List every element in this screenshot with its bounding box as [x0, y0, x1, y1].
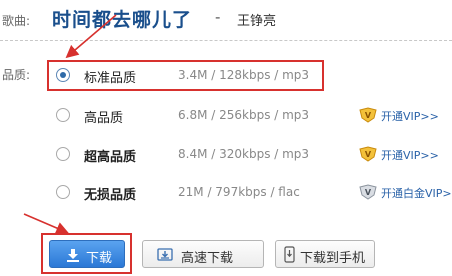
radio-button[interactable] [56, 185, 70, 199]
vip-link-text: 开通VIP>> [381, 110, 439, 123]
quality-name: 高品质 [84, 111, 124, 126]
annotation-arrow-download [23, 213, 69, 235]
platinum-vip-badge-icon: V [359, 184, 377, 200]
divider [0, 40, 452, 41]
svg-text:V: V [365, 188, 372, 197]
quality-label: 品质: [2, 68, 31, 82]
fast-download-button[interactable]: 高速下载 [142, 240, 264, 268]
radio-button[interactable] [56, 108, 70, 122]
song-label: 歌曲: [2, 14, 31, 28]
quality-name: 超高品质 [84, 150, 137, 165]
download-to-phone-label: 下载到手机 [300, 251, 366, 266]
song-artist[interactable]: 王铮亮 [237, 10, 276, 29]
vip-badge-icon: V [359, 107, 377, 123]
annotation-box-download [41, 233, 132, 274]
quality-spec: 6.8M / 256kbps / mp3 [178, 108, 310, 122]
annotation-box-quality [47, 60, 324, 91]
song-title: 时间都去哪儿了 [52, 9, 193, 31]
download-to-phone-button[interactable]: 下载到手机 [275, 240, 375, 268]
svg-text:V: V [365, 150, 372, 159]
quality-spec: 8.4M / 320kbps / mp3 [178, 147, 310, 161]
fast-download-icon [157, 248, 173, 261]
quality-name: 无损品质 [84, 188, 137, 203]
vip-link-text: 开通白金VIP>> [381, 187, 452, 200]
radio-button[interactable] [56, 147, 70, 161]
phone-icon [284, 246, 295, 263]
svg-text:V: V [365, 111, 372, 120]
vip-badge-icon: V [359, 146, 377, 162]
song-dash: - [215, 8, 221, 26]
quality-option-lossless[interactable]: 无损品质 21M / 797kbps / flac V 开通白金VIP>> [48, 176, 452, 208]
quality-option-high[interactable]: 高品质 6.8M / 256kbps / mp3 V 开通VIP>> [48, 99, 452, 131]
quality-spec: 21M / 797kbps / flac [178, 185, 300, 199]
quality-option-super-high[interactable]: 超高品质 8.4M / 320kbps / mp3 V 开通VIP>> [48, 138, 452, 170]
vip-link-text: 开通VIP>> [381, 149, 439, 162]
fast-download-label: 高速下载 [181, 251, 234, 266]
